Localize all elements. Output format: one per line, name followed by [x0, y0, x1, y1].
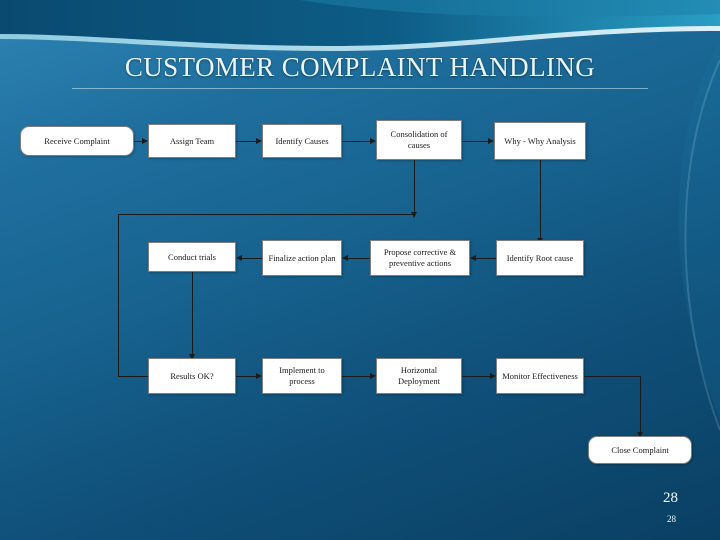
edge-rootcause-to-propose-arrow — [470, 254, 476, 261]
edge-results-loopback-v — [118, 214, 119, 377]
slide-canvas: CUSTOMER COMPLAINT HANDLING Receive Comp… — [0, 0, 720, 540]
node-horizontal-deployment[interactable]: Horizontal Deployment — [376, 358, 462, 394]
edge-results-loopback-h-top — [118, 214, 414, 215]
edge-consolidation-to-whywhy — [462, 141, 488, 142]
edge-rootcause-to-propose — [476, 258, 496, 259]
node-receive-complaint[interactable]: Receive Complaint — [20, 126, 134, 156]
edge-assign-to-identify — [236, 141, 256, 142]
node-label: Identify Causes — [275, 135, 329, 146]
node-label: Why - Why Analysis — [504, 135, 576, 146]
node-conduct-trials[interactable]: Conduct trials — [148, 242, 236, 272]
node-why-why-analysis[interactable]: Why - Why Analysis — [494, 122, 586, 160]
node-label: Implement to process — [279, 365, 325, 386]
edge-consolidation-to-whywhy-arrow — [488, 137, 494, 144]
node-label: Consolidation of causes — [390, 129, 448, 150]
node-identify-root-cause[interactable]: Identify Root cause — [496, 240, 584, 276]
edge-results-loopback-h-left — [118, 376, 148, 377]
edge-implement-to-horizontal — [342, 376, 370, 377]
page-number: 28 — [663, 490, 678, 506]
edge-identify-to-consolidation-arrow — [370, 137, 376, 144]
edge-implement-to-horizontal-arrow — [370, 372, 376, 379]
node-label: Monitor Effectiveness — [502, 370, 578, 381]
edge-finalize-to-conduct-arrow — [236, 254, 242, 261]
edge-identify-to-consolidation — [342, 141, 370, 142]
edge-assign-to-identify-arrow — [256, 137, 262, 144]
node-propose-corrective-preventive-actions[interactable]: Propose corrective & preventive actions — [370, 240, 470, 276]
edge-propose-to-finalize-arrow — [342, 254, 348, 261]
node-label: Identify Root cause — [506, 252, 574, 263]
node-label: Close Complaint — [611, 444, 669, 455]
edge-horizontal-to-monitor — [462, 376, 490, 377]
edge-propose-to-finalize — [348, 258, 370, 259]
edge-loopback-riser — [414, 160, 415, 215]
node-label: Propose corrective & preventive actions — [383, 247, 457, 268]
node-consolidation-of-causes[interactable]: Consolidation of causes — [376, 120, 462, 160]
node-label: Finalize action plan — [268, 252, 336, 263]
edge-horizontal-to-monitor-arrow — [490, 372, 496, 379]
node-results-ok[interactable]: Results OK? — [148, 358, 236, 394]
page-title: CUSTOMER COMPLAINT HANDLING — [124, 52, 596, 82]
edge-results-to-implement-arrow — [256, 372, 262, 379]
edge-monitor-to-close-h — [584, 376, 640, 377]
edge-finalize-to-conduct — [242, 258, 262, 259]
edge-conduct-to-results — [192, 272, 193, 354]
node-close-complaint[interactable]: Close Complaint — [588, 436, 692, 464]
node-label: Receive Complaint — [44, 135, 110, 146]
node-finalize-action-plan[interactable]: Finalize action plan — [262, 240, 342, 276]
edge-whywhy-to-rootcause — [540, 160, 541, 238]
node-monitor-effectiveness[interactable]: Monitor Effectiveness — [496, 358, 584, 394]
node-label: Assign Team — [169, 135, 215, 146]
node-implement-to-process[interactable]: Implement to process — [262, 358, 342, 394]
node-assign-team[interactable]: Assign Team — [148, 124, 236, 158]
title-underline — [72, 88, 648, 89]
node-label: Horizontal Deployment — [397, 365, 441, 386]
node-identify-causes[interactable]: Identify Causes — [262, 124, 342, 158]
node-label: Results OK? — [170, 370, 214, 381]
edge-receive-to-assign — [134, 141, 142, 142]
node-label: Conduct trials — [168, 251, 216, 262]
edge-results-to-implement — [236, 376, 256, 377]
edge-receive-to-assign-arrow — [142, 137, 148, 144]
edge-loopback-arrow — [410, 212, 417, 218]
edge-monitor-to-close-v — [640, 376, 641, 432]
page-number-small: 28 — [667, 514, 676, 524]
